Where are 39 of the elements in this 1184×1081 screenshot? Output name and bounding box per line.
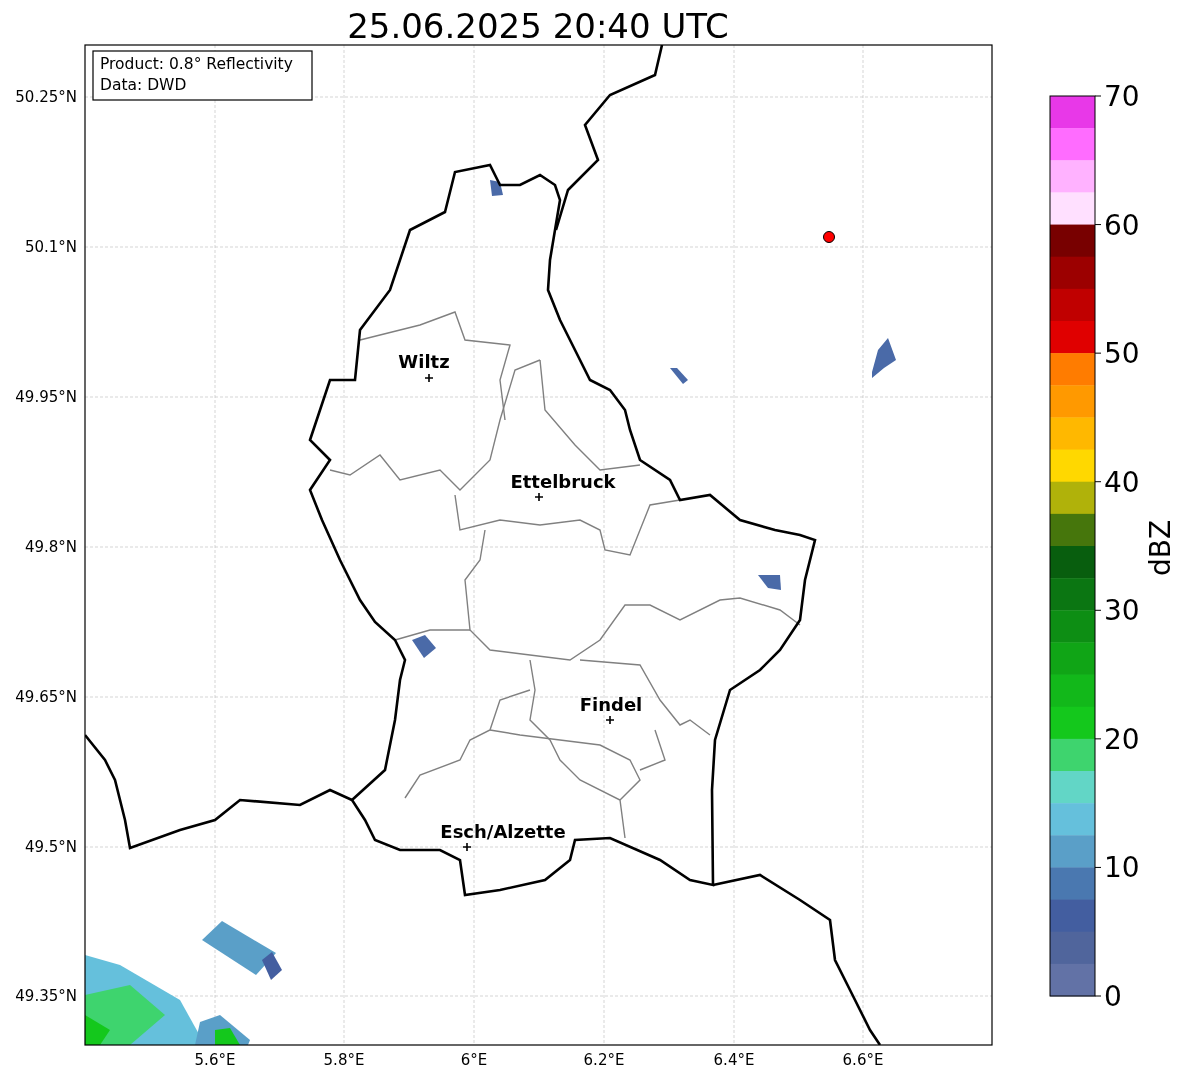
map-title: 25.06.2025 20:40 UTC [347,6,729,46]
city-label: Findel [579,694,643,715]
longitude-label: 6°E [460,1051,488,1069]
colorbar-tick-label: 60 [1104,208,1140,242]
radar-echo [758,575,781,590]
city-label: Ettelbruck [510,471,616,492]
colorbar-tick-label: 40 [1104,465,1140,499]
city-marker-icon [605,715,615,725]
longitude-label: 6.6°E [842,1051,884,1069]
colorbar-tick-label: 70 [1104,80,1140,113]
colorbar-tick-label: 50 [1104,337,1140,371]
latitude-label: 49.95°N [15,388,77,406]
colorbar-label: dBZ [1144,519,1177,577]
longitude-label: 6.4°E [713,1051,755,1069]
radar-echo [490,180,503,196]
longitude-label: 5.6°E [194,1051,236,1069]
city-marker-icon [424,373,434,383]
colorbar-tick-label: 10 [1104,851,1140,885]
colorbar-tick-label: 30 [1104,594,1140,628]
info-text: Product: 0.8° Reflectivity [100,55,293,73]
city-label: Esch/Alzette [440,821,566,842]
latitude-label: 50.25°N [15,88,77,106]
latitude-label: 50.1°N [24,238,77,256]
radar-echo [670,368,688,384]
info-text: Data: DWD [100,76,187,94]
city-marker-icon [462,842,472,852]
city-label: Wiltz [398,351,450,372]
longitude-label: 6.2°E [583,1051,625,1069]
city-marker-icon [534,492,544,502]
radar-echo [412,635,436,658]
longitude-label: 5.8°E [323,1051,365,1069]
latitude-label: 49.5°N [24,838,77,856]
radar-site-marker [823,231,835,243]
latitude-label: 49.35°N [15,987,77,1005]
colorbar-tick-label: 20 [1104,722,1140,756]
radar-echo [872,338,896,378]
latitude-label: 49.8°N [24,538,77,556]
latitude-label: 49.65°N [15,688,77,706]
colorbar-tick-label: 0 [1104,980,1122,1013]
